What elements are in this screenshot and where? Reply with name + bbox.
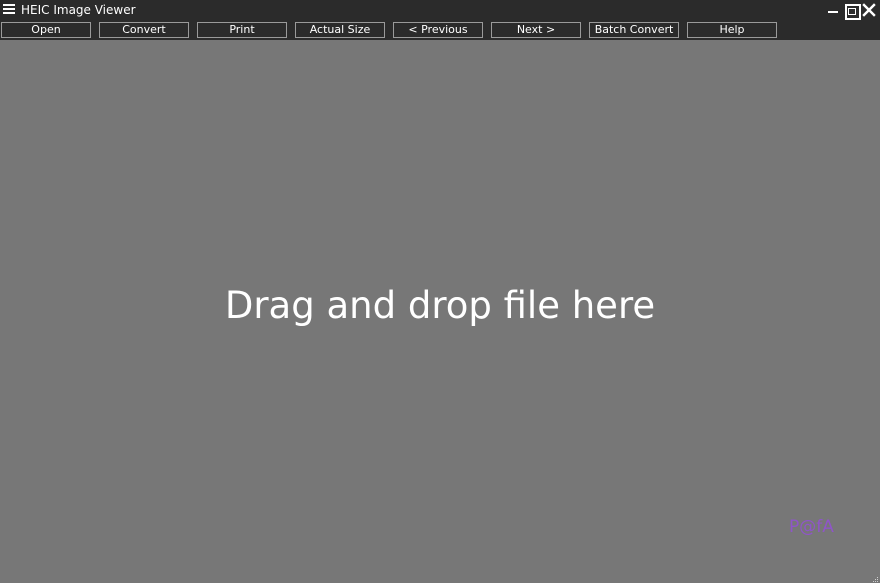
hamburger-menu-icon[interactable] <box>3 4 15 15</box>
app-window: HEIC Image Viewer Open Convert Print Act… <box>0 0 880 583</box>
batch-convert-button[interactable]: Batch Convert <box>589 22 679 38</box>
drop-zone[interactable]: Drag and drop file here P@fA <box>0 40 880 583</box>
watermark: P@fA <box>789 517 834 537</box>
previous-button[interactable]: < Previous <box>393 22 483 38</box>
convert-button[interactable]: Convert <box>99 22 189 38</box>
next-button[interactable]: Next > <box>491 22 581 38</box>
open-button[interactable]: Open <box>1 22 91 38</box>
toolbar: Open Convert Print Actual Size < Previou… <box>0 20 880 40</box>
drop-instruction: Drag and drop file here <box>224 284 656 327</box>
maximize-icon[interactable] <box>843 2 861 20</box>
actual-size-button[interactable]: Actual Size <box>295 22 385 38</box>
window-controls <box>822 0 880 20</box>
minimize-icon[interactable] <box>825 2 841 18</box>
resize-grip-icon[interactable] <box>869 572 879 582</box>
close-icon[interactable] <box>861 2 877 18</box>
help-button[interactable]: Help <box>687 22 777 38</box>
window-title: HEIC Image Viewer <box>21 3 136 17</box>
title-bar[interactable]: HEIC Image Viewer <box>0 0 880 20</box>
print-button[interactable]: Print <box>197 22 287 38</box>
